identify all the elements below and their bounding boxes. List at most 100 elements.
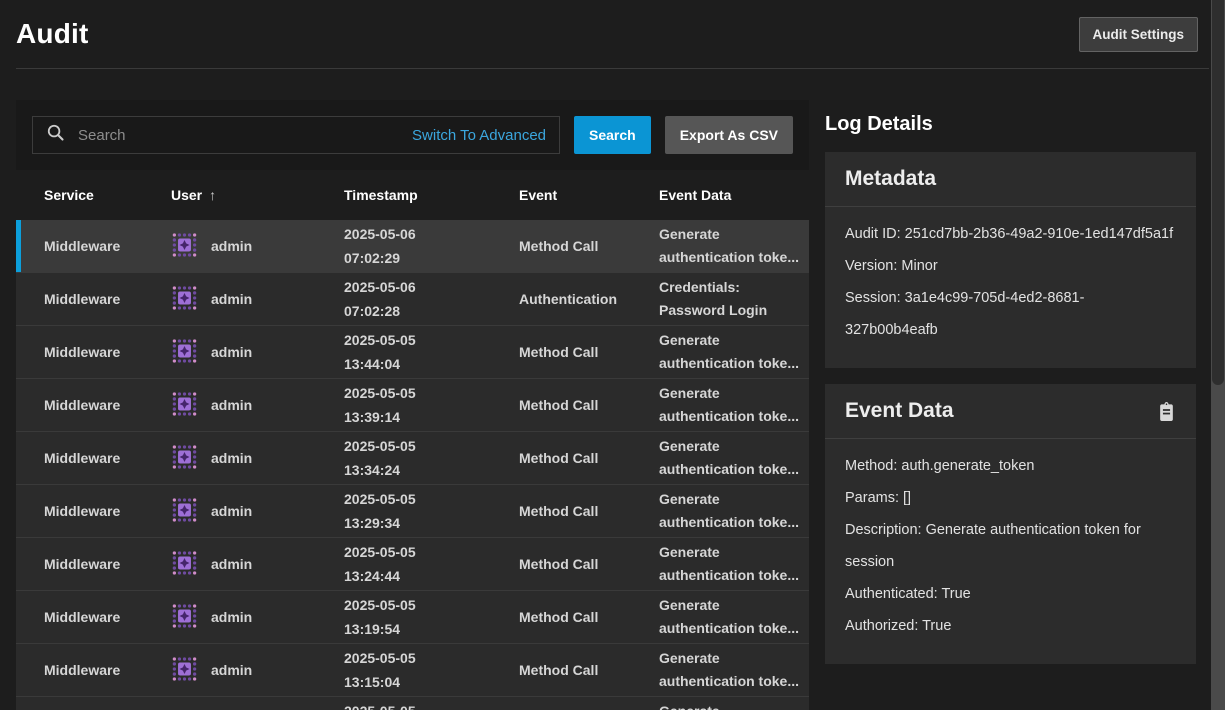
timestamp-date: 2025-05-05 bbox=[344, 434, 519, 458]
user-name: admin bbox=[211, 503, 252, 519]
search-toolbar: Switch To Advanced Search Export As CSV bbox=[16, 100, 809, 170]
timestamp-time: 07:02:28 bbox=[344, 299, 519, 323]
user-cell: admin bbox=[171, 443, 344, 474]
service-cell: Middleware bbox=[16, 556, 171, 572]
user-avatar-icon bbox=[171, 231, 198, 262]
timestamp-time: 13:29:34 bbox=[344, 511, 519, 535]
user-cell: admin bbox=[171, 390, 344, 421]
timestamp-date: 2025-05-05 bbox=[344, 540, 519, 564]
timestamp-date: 2025-05-06 bbox=[344, 222, 519, 246]
user-avatar-icon bbox=[171, 602, 198, 633]
table-row[interactable]: Middleware ad bbox=[16, 220, 809, 272]
timestamp-date: 2025-05-05 bbox=[344, 699, 519, 710]
table-row[interactable]: Middleware ad bbox=[16, 537, 809, 590]
timestamp-time: 13:19:54 bbox=[344, 617, 519, 641]
detail-line: Authorized: True bbox=[845, 610, 1176, 642]
column-header-user[interactable]: User↑ bbox=[171, 187, 344, 203]
service-cell: Middleware bbox=[16, 291, 171, 307]
service-cell: Middleware bbox=[16, 662, 171, 678]
timestamp-cell: 2025-05-05 13:29:34 bbox=[344, 487, 519, 535]
user-avatar-icon bbox=[171, 496, 198, 527]
user-name: admin bbox=[211, 662, 252, 678]
column-header-event[interactable]: Event bbox=[519, 187, 659, 203]
search-input[interactable] bbox=[76, 126, 401, 145]
user-avatar-icon bbox=[171, 390, 198, 421]
table-row[interactable]: Middleware ad bbox=[16, 484, 809, 537]
table-row[interactable]: Middleware ad bbox=[16, 431, 809, 484]
timestamp-cell: 2025-05-05 13:10:14 bbox=[344, 699, 519, 710]
service-cell: Middleware bbox=[16, 503, 171, 519]
user-cell: admin bbox=[171, 284, 344, 315]
user-cell: admin bbox=[171, 337, 344, 368]
audit-page: Audit Audit Settings Switch To Advanced … bbox=[0, 0, 1225, 710]
event-cell: Method Call bbox=[519, 609, 659, 625]
metadata-card-header: Metadata bbox=[825, 152, 1196, 207]
event-cell: Method Call bbox=[519, 503, 659, 519]
switch-to-advanced-link[interactable]: Switch To Advanced bbox=[412, 127, 546, 144]
event-data-cell: Generate authentication toke... bbox=[659, 485, 809, 537]
user-name: admin bbox=[211, 450, 252, 466]
detail-line: Authenticated: True bbox=[845, 578, 1176, 610]
user-cell: admin bbox=[171, 655, 344, 686]
log-details-title: Log Details bbox=[825, 113, 1196, 136]
page-scrollbar[interactable] bbox=[1211, 0, 1225, 710]
detail-line: Method: auth.generate_token bbox=[845, 450, 1176, 482]
timestamp-time: 13:24:44 bbox=[344, 564, 519, 588]
timestamp-cell: 2025-05-05 13:44:04 bbox=[344, 328, 519, 376]
copy-event-data-button[interactable] bbox=[1157, 401, 1176, 422]
table-header-row: Service User↑ Timestamp Event Event Data bbox=[16, 170, 809, 220]
column-header-timestamp[interactable]: Timestamp bbox=[344, 187, 519, 203]
timestamp-cell: 2025-05-05 13:39:14 bbox=[344, 381, 519, 429]
sort-ascending-icon: ↑ bbox=[209, 187, 216, 203]
export-csv-button[interactable]: Export As CSV bbox=[665, 116, 793, 154]
table-row[interactable]: Middleware ad bbox=[16, 325, 809, 378]
metadata-card-title: Metadata bbox=[845, 167, 936, 191]
service-cell: Middleware bbox=[16, 450, 171, 466]
detail-line: Session: 3a1e4c99-705d-4ed2-8681-327b00b… bbox=[845, 282, 1176, 346]
event-data-cell: Generate authentication toke... bbox=[659, 220, 809, 272]
event-data-cell: Generate authentication toke... bbox=[659, 326, 809, 378]
event-cell: Method Call bbox=[519, 556, 659, 572]
search-button[interactable]: Search bbox=[574, 116, 651, 154]
timestamp-time: 13:39:14 bbox=[344, 405, 519, 429]
timestamp-cell: 2025-05-05 13:19:54 bbox=[344, 593, 519, 641]
event-data-cell: Credentials: Password Login bbox=[659, 273, 809, 325]
event-cell: Method Call bbox=[519, 397, 659, 413]
detail-line: Description: Generate authentication tok… bbox=[845, 514, 1176, 578]
timestamp-cell: 2025-05-05 13:34:24 bbox=[344, 434, 519, 482]
header-divider bbox=[16, 68, 1209, 69]
user-name: admin bbox=[211, 609, 252, 625]
timestamp-time: 13:44:04 bbox=[344, 352, 519, 376]
column-header-event-data[interactable]: Event Data bbox=[659, 187, 809, 203]
scrollbar-thumb[interactable] bbox=[1212, 0, 1224, 385]
event-data-cell: Generate authentication toke... bbox=[659, 644, 809, 696]
clipboard-icon bbox=[1157, 410, 1176, 425]
timestamp-date: 2025-05-05 bbox=[344, 381, 519, 405]
table-row[interactable]: Middleware ad bbox=[16, 272, 809, 325]
event-data-card: Event Data Method: auth.generate_tokenPa… bbox=[825, 384, 1196, 664]
table-row[interactable]: Middleware ad bbox=[16, 696, 809, 710]
audit-settings-button[interactable]: Audit Settings bbox=[1079, 17, 1199, 52]
table-body: Middleware ad bbox=[16, 220, 809, 710]
event-data-card-title: Event Data bbox=[845, 399, 954, 423]
page-title: Audit bbox=[16, 18, 89, 50]
event-data-cell: Generate authentication toke... bbox=[659, 538, 809, 590]
log-details-panel: Log Details Metadata Audit ID: 251cd7bb-… bbox=[825, 100, 1196, 710]
event-data-cell: Generate authentication toke... bbox=[659, 697, 809, 710]
user-cell: admin bbox=[171, 549, 344, 580]
user-avatar-icon bbox=[171, 655, 198, 686]
timestamp-date: 2025-05-06 bbox=[344, 275, 519, 299]
search-icon bbox=[46, 123, 65, 147]
table-row[interactable]: Middleware ad bbox=[16, 378, 809, 431]
table-row[interactable]: Middleware ad bbox=[16, 643, 809, 696]
search-box[interactable]: Switch To Advanced bbox=[32, 116, 560, 154]
timestamp-time: 13:15:04 bbox=[344, 670, 519, 694]
user-cell: admin bbox=[171, 496, 344, 527]
column-header-service[interactable]: Service bbox=[16, 187, 171, 203]
table-row[interactable]: Middleware ad bbox=[16, 590, 809, 643]
user-name: admin bbox=[211, 238, 252, 254]
metadata-card-body: Audit ID: 251cd7bb-2b36-49a2-910e-1ed147… bbox=[825, 207, 1196, 368]
user-avatar-icon bbox=[171, 549, 198, 580]
timestamp-cell: 2025-05-06 07:02:29 bbox=[344, 222, 519, 270]
event-data-cell: Generate authentication toke... bbox=[659, 591, 809, 643]
